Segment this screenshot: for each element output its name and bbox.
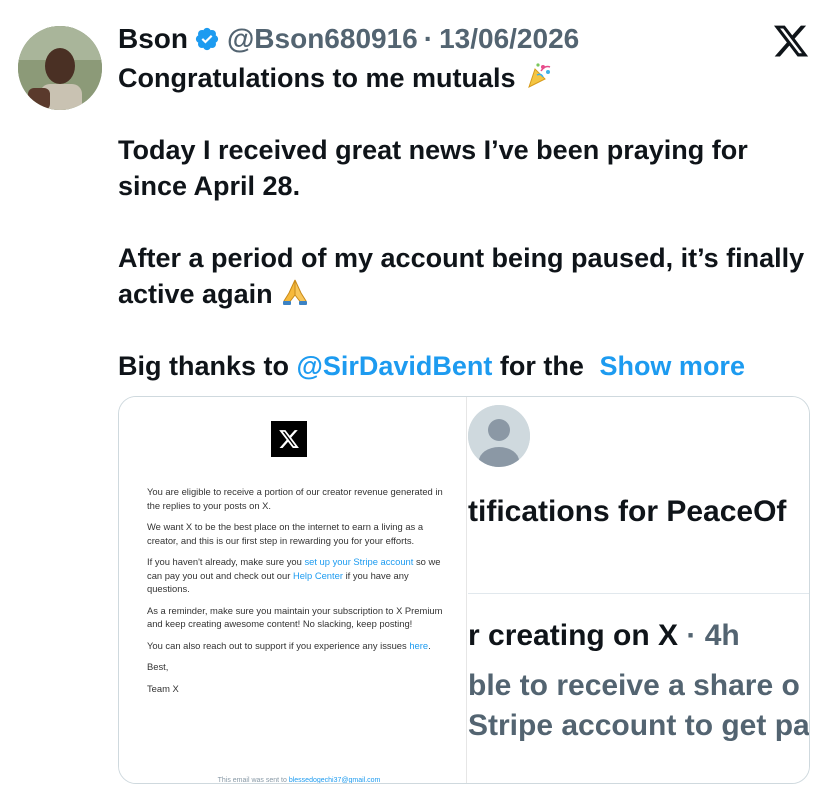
notification-line: ble to receive a share o <box>468 669 800 702</box>
email-paragraph: You are eligible to receive a portion of… <box>147 486 443 511</box>
separator-dot: · <box>423 23 434 54</box>
email-signoff: Best, <box>147 661 169 672</box>
media-attachment[interactable]: You are eligible to receive a portion of… <box>118 396 810 784</box>
default-avatar-icon <box>468 405 530 467</box>
email-paragraph: As a reminder, make sure you maintain yo… <box>147 604 443 630</box>
divider <box>468 593 809 594</box>
email-footer-text: This email was sent to <box>217 777 287 784</box>
notification-screenshot: tifications for PeaceOf r creating on X … <box>468 397 810 783</box>
author-avatar[interactable] <box>18 26 102 110</box>
notification-subtitle: r creating on X · 4h <box>468 619 740 653</box>
email-signature: Team X <box>147 682 179 694</box>
tweet-line-news: Today I received great news I’ve been pr… <box>118 135 748 201</box>
email-paragraph: You can also reach out to support if you… <box>147 639 447 653</box>
notification-line: Stripe account to get pa <box>468 709 810 742</box>
display-name[interactable]: Bson <box>118 23 188 55</box>
notification-subtitle-text: r creating on X <box>468 619 679 652</box>
email-text: If you haven't already, make sure you <box>147 556 302 567</box>
tweet-date[interactable]: 13/06/2026 <box>439 23 579 55</box>
tweet-text-for-the: for the <box>499 351 584 381</box>
email-screenshot: You are eligible to receive a portion of… <box>119 397 467 784</box>
stripe-link: set up your Stripe account <box>304 556 414 567</box>
party-popper-emoji <box>528 63 551 88</box>
email-footer: This email was sent to blessedogechi37@g… <box>139 777 459 784</box>
tweet-line-active: After a period of my account being pause… <box>118 240 808 312</box>
email-body: You are eligible to receive a portion of… <box>147 485 447 703</box>
support-link: here <box>409 639 429 651</box>
mention-link[interactable]: @SirDavidBent <box>297 351 493 381</box>
notification-time: 4h <box>704 619 740 652</box>
email-paragraph: If you haven't already, make sure you se… <box>147 555 447 596</box>
x-logo-icon <box>271 421 307 457</box>
tweet-text-active: After a period of my account being pause… <box>118 243 805 309</box>
x-logo-icon[interactable] <box>772 22 810 60</box>
tweet-line-congrats: Congratulations to me mutuals <box>118 60 808 96</box>
tweet-header: Bson @Bson680916 · 13/06/2026 <box>118 22 579 56</box>
tweet-line-thanks: Big thanks to @SirDavidBent for the Show… <box>118 348 808 384</box>
tweet-body: Congratulations to me mutuals Today I re… <box>118 60 808 384</box>
email-text: . <box>428 639 431 651</box>
tweet-text-congrats: Congratulations to me mutuals <box>118 63 516 93</box>
notification-title: tifications for PeaceOf <box>468 495 787 528</box>
handle[interactable]: @Bson680916 <box>227 23 418 55</box>
email-paragraph: We want X to be the best place on the in… <box>147 521 424 546</box>
email-address: blessedogechi37@gmail.com <box>288 777 381 784</box>
show-more-link[interactable]: Show more <box>599 351 745 381</box>
email-text: You can also reach out to support if you… <box>147 639 407 651</box>
verified-badge-icon <box>195 27 219 51</box>
praying-hands-emoji <box>283 279 308 305</box>
tweet-text-thanks: Big thanks to <box>118 351 290 381</box>
help-center-link: Help Center <box>292 569 343 581</box>
separator-dot: · <box>678 619 705 652</box>
